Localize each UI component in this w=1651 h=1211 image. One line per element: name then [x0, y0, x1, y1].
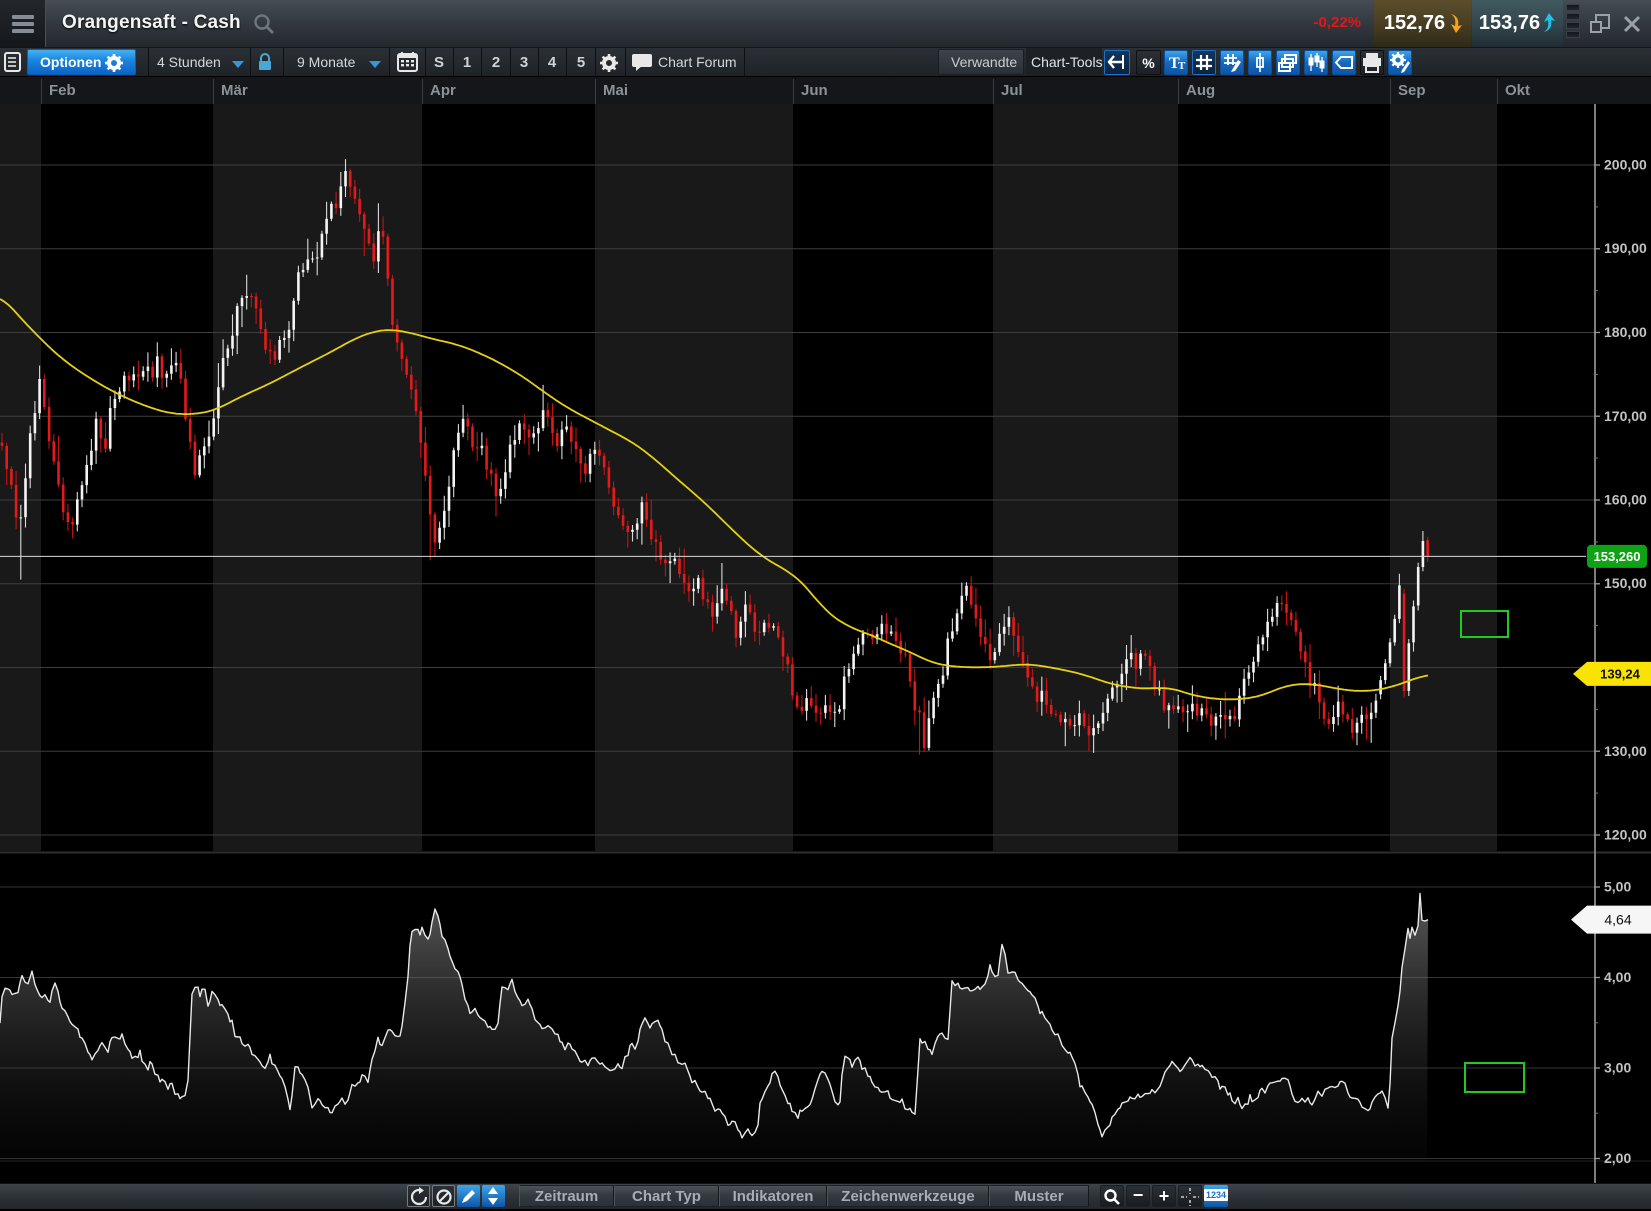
svg-text:2,00: 2,00 [1604, 1150, 1631, 1166]
svg-text:150,00: 150,00 [1604, 575, 1647, 591]
svg-text:139,24: 139,24 [1600, 666, 1641, 681]
svg-text:T: T [1178, 60, 1186, 72]
svg-text:180,00: 180,00 [1604, 324, 1647, 340]
svg-text:3,00: 3,00 [1604, 1060, 1631, 1076]
svg-text:4,64: 4,64 [1604, 912, 1631, 928]
svg-text:5,00: 5,00 [1604, 879, 1631, 895]
svg-text:160,00: 160,00 [1604, 492, 1647, 508]
svg-text:4,00: 4,00 [1604, 969, 1631, 985]
svg-text:120,00: 120,00 [1604, 827, 1647, 843]
svg-text:130,00: 130,00 [1604, 743, 1647, 759]
svg-text:200,00: 200,00 [1604, 157, 1647, 173]
svg-text:153,260: 153,260 [1594, 549, 1641, 564]
svg-text:170,00: 170,00 [1604, 408, 1647, 424]
svg-text:190,00: 190,00 [1604, 240, 1647, 256]
